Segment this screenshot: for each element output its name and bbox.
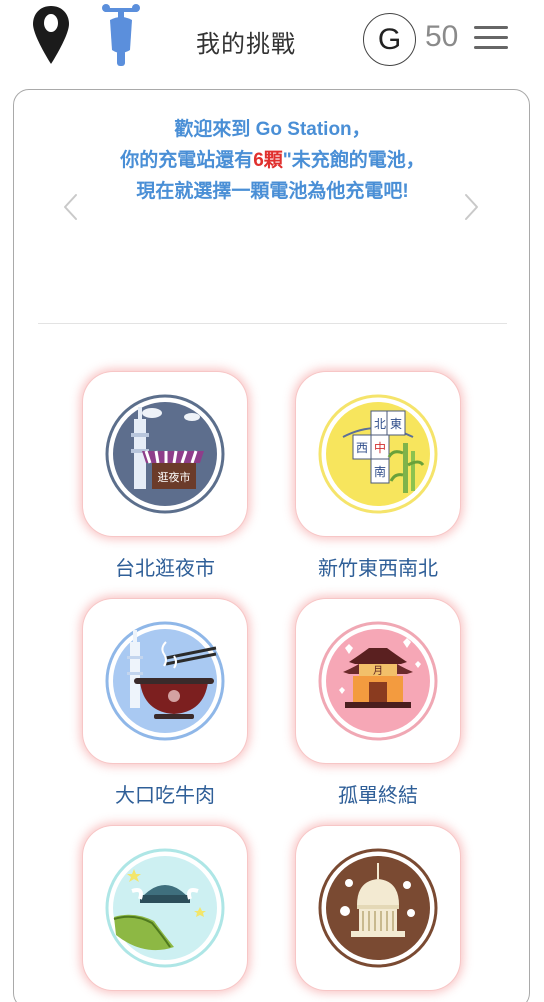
battery-count: 6顆: [253, 150, 283, 171]
challenge-tile-night-market[interactable]: 逛夜市: [83, 372, 247, 536]
moon-temple-icon: 月: [318, 621, 438, 741]
chevron-left-icon[interactable]: [58, 190, 82, 224]
coin-count: 50: [425, 20, 459, 53]
challenge-card: 歡迎來到 Go Station， 你的充電站還有6顆"未充飽的電池， 現在就選擇…: [13, 89, 530, 1002]
challenge-label-beef-noodle: 大口吃牛肉: [115, 783, 215, 807]
page-title: 我的挑戰: [196, 30, 296, 58]
mahjong-tile-east: 東: [390, 417, 402, 431]
challenge-label-moon-temple: 孤單終結: [338, 783, 418, 807]
divider: [38, 323, 507, 324]
night-market-icon: 逛夜市: [105, 394, 225, 514]
mahjong-tile-center: 中: [374, 440, 386, 455]
challenge-tile-mahjong[interactable]: 北 東 西 中 南: [296, 372, 460, 536]
map-pin-icon[interactable]: [30, 4, 72, 66]
viking-ship-icon: [105, 848, 225, 968]
hamburger-menu-icon[interactable]: [474, 26, 508, 52]
challenge-tile-viking-ship[interactable]: [83, 826, 247, 990]
challenge-label-mahjong: 新竹東西南北: [318, 556, 438, 580]
coin-icon: G: [363, 13, 416, 66]
mahjong-tile-south: 南: [374, 464, 386, 479]
mahjong-icon: 北 東 西 中 南: [318, 394, 438, 514]
scooter-icon[interactable]: [100, 2, 142, 68]
mahjong-tile-west: 西: [356, 441, 368, 455]
beef-noodle-icon: [105, 621, 225, 741]
memorial-hall-icon: [318, 848, 438, 968]
chevron-right-icon[interactable]: [460, 190, 484, 224]
banner-line-2-suffix: "未充飽的電池，: [282, 150, 425, 171]
banner-line-2: 你的充電站還有6顆"未充飽的電池，: [14, 145, 531, 176]
challenge-tile-memorial-hall[interactable]: [296, 826, 460, 990]
challenge-tile-beef-noodle[interactable]: [83, 599, 247, 763]
night-market-sign: 逛夜市: [158, 470, 191, 484]
challenge-tile-moon-temple[interactable]: 月: [296, 599, 460, 763]
banner-line-1: 歡迎來到 Go Station，: [174, 119, 371, 140]
challenge-label-night-market: 台北逛夜市: [115, 556, 215, 580]
moon-temple-sign: 月: [373, 665, 383, 677]
banner-line-3: 現在就選擇一顆電池為他充電吧!: [136, 181, 409, 202]
welcome-banner: 歡迎來到 Go Station， 你的充電站還有6顆"未充飽的電池， 現在就選擇…: [14, 114, 531, 207]
top-bar: 我的挑戰 G 50: [0, 0, 544, 82]
banner-line-2-prefix: 你的充電站還有: [120, 150, 254, 171]
mahjong-tile-north: 北: [374, 417, 386, 431]
